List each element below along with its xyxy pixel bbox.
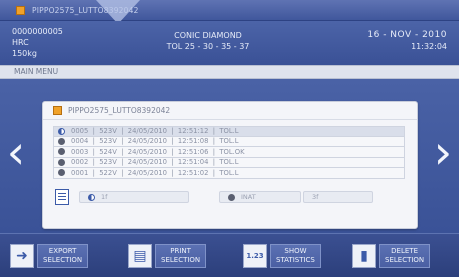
test-load: 150kg (12, 49, 37, 58)
table-row[interactable]: 0004 | 523V | 24/05/2010 | 12:51:08 | TO… (53, 136, 405, 147)
radio-half-icon (58, 127, 65, 135)
next-arrow-icon[interactable]: › (431, 125, 455, 179)
table-row[interactable]: 0005 | 523V | 24/05/2010 | 12:51:12 | TO… (53, 126, 405, 137)
hardness-scale: HRC (12, 38, 29, 47)
delete-label: DELETE SELECTION (379, 244, 431, 268)
table-row[interactable]: 0002 | 523V | 24/05/2010 | 12:51:04 | TO… (53, 157, 405, 168)
status-header: 0000000005 HRC 150kg CONIC DIAMOND TOL 2… (0, 21, 459, 65)
previous-arrow-icon[interactable]: ‹ (4, 125, 28, 179)
document-icon[interactable] (55, 189, 69, 205)
row-text: 0002 | 523V | 24/05/2010 | 12:51:04 | TO… (71, 158, 239, 167)
filter-field-2-value: INAT (241, 193, 256, 201)
filter-field-3-value: 3f (312, 193, 319, 201)
panel-title: PIPPO2575_LUTTO8392042 (68, 106, 171, 115)
test-id: 0000000005 (12, 27, 63, 36)
filter-field-3[interactable]: 3f (303, 191, 373, 203)
row-text: 0001 | 522V | 24/05/2010 | 12:51:02 | TO… (71, 168, 239, 177)
row-text: 0004 | 523V | 24/05/2010 | 12:51:08 | TO… (71, 137, 239, 146)
delete-label-line2: SELECTION (385, 256, 425, 264)
print-selection-button[interactable]: ▤ PRINT SELECTION (128, 240, 207, 272)
title-bar: PIPPO2575_LUTTO8392042 (0, 0, 459, 21)
file-icon (53, 106, 62, 115)
radio-half-icon (88, 193, 95, 201)
row-text: 0003 | 524V | 24/05/2010 | 12:51:06 | TO… (71, 147, 245, 156)
current-time: 11:32:04 (411, 42, 447, 51)
results-list: 0005 | 523V | 24/05/2010 | 12:51:12 | TO… (53, 126, 405, 179)
table-row[interactable]: 0001 | 522V | 24/05/2010 | 12:51:02 | TO… (53, 168, 405, 179)
panel-footer: 1f INAT 3f (55, 186, 405, 208)
results-panel: PIPPO2575_LUTTO8392042 0005 | 523V | 24/… (42, 101, 418, 229)
print-label-line1: PRINT (170, 247, 191, 255)
delete-selection-button[interactable]: ▮ DELETE SELECTION (352, 240, 431, 272)
delete-label-line1: DELETE (391, 247, 418, 255)
app-icon (16, 5, 25, 15)
row-text: 0005 | 523V | 24/05/2010 | 12:51:12 | TO… (71, 127, 239, 136)
panel-header: PIPPO2575_LUTTO8392042 (43, 102, 417, 120)
export-label: EXPORT SELECTION (37, 244, 89, 268)
radio-dark-icon (58, 148, 65, 156)
stats-label: SHOW STATISTICS (270, 244, 321, 268)
print-label: PRINT SELECTION (155, 244, 207, 268)
current-date: 16 - NOV - 2010 (367, 30, 447, 40)
export-label-line2: SELECTION (43, 256, 83, 264)
filter-field-2[interactable]: INAT (219, 191, 301, 203)
printer-icon: ▤ (128, 244, 152, 268)
tolerance-values: TOL 25 - 30 - 35 - 37 (166, 42, 250, 51)
export-label-line1: EXPORT (48, 247, 77, 255)
delete-icon: ▮ (352, 244, 376, 268)
datetime: 16 - NOV - 2010 11:32:04 (367, 30, 447, 52)
radio-dark-icon (58, 137, 65, 145)
indenter-info: CONIC DIAMOND TOL 25 - 30 - 35 - 37 (148, 30, 268, 52)
stats-label-line2: STATISTICS (276, 256, 315, 264)
bottom-toolbar: ➜ EXPORT SELECTION ▤ PRINT SELECTION 1.2… (0, 233, 459, 277)
filter-field-1[interactable]: 1f (79, 191, 189, 203)
stats-label-line1: SHOW (284, 247, 307, 255)
test-params: 0000000005 HRC 150kg (12, 26, 63, 59)
statistics-icon: 1.23 (243, 244, 267, 268)
export-icon: ➜ (10, 244, 34, 268)
radio-dark-icon (58, 158, 65, 166)
indenter-type: CONIC DIAMOND (174, 31, 242, 40)
filter-field-1-value: 1f (101, 193, 108, 201)
export-selection-button[interactable]: ➜ EXPORT SELECTION (10, 240, 89, 272)
breadcrumb: MAIN MENU (0, 65, 459, 79)
radio-dark-icon (58, 169, 65, 177)
main-area: ‹ › PIPPO2575_LUTTO8392042 0005 | 523V |… (0, 79, 459, 233)
print-label-line2: SELECTION (161, 256, 201, 264)
show-statistics-button[interactable]: 1.23 SHOW STATISTICS (243, 240, 321, 272)
table-row[interactable]: 0003 | 524V | 24/05/2010 | 12:51:06 | TO… (53, 147, 405, 158)
radio-dark-icon (228, 193, 235, 201)
